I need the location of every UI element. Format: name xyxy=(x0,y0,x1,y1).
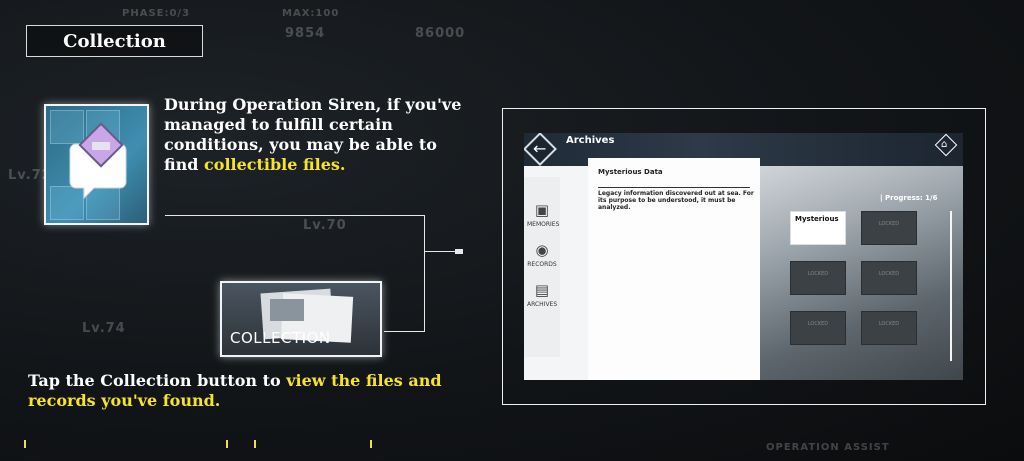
map-node-thumbnail xyxy=(44,104,149,225)
document-panel: Mysterious Data Legacy information disco… xyxy=(588,158,760,380)
ship-level-c: Lv.74 xyxy=(82,321,126,336)
connector-horizontal xyxy=(424,251,456,252)
archives-screenshot: Archives ← ⌂ ▣ MEMORIES ◉ RECORDS ▤ ARCH… xyxy=(524,133,963,380)
indicator-tick xyxy=(226,440,228,448)
file-card-locked[interactable]: LOCKED xyxy=(861,311,917,345)
max-text: MAX:100 xyxy=(282,8,340,19)
archives-icon: ▤ xyxy=(534,281,550,299)
connector-bottom xyxy=(384,331,425,332)
file-card[interactable]: Mysterious xyxy=(790,211,846,245)
archives-title: Archives xyxy=(566,135,615,146)
document-title: Mysterious Data xyxy=(598,168,663,176)
nav-archives[interactable]: ▤ ARCHIVES xyxy=(527,281,557,308)
file-card-locked[interactable]: LOCKED xyxy=(790,311,846,345)
phase-text: PHASE:0/3 xyxy=(122,8,191,19)
nav-memories[interactable]: ▣ MEMORIES xyxy=(527,201,559,228)
intro-highlight: collectible files. xyxy=(204,155,346,174)
scrollbar[interactable] xyxy=(950,211,952,361)
records-icon: ◉ xyxy=(535,241,549,259)
file-card-locked[interactable]: LOCKED xyxy=(861,211,917,245)
intro-paragraph: During Operation Siren, if you've manage… xyxy=(164,95,464,175)
indicator-tick xyxy=(254,440,256,448)
outro-paragraph: Tap the Collection button to view the fi… xyxy=(28,371,478,411)
connector-top xyxy=(165,215,424,216)
outro-text: Tap the Collection button to xyxy=(28,371,287,390)
home-icon: ⌂ xyxy=(941,139,948,150)
indicator-tick xyxy=(24,440,26,448)
resource-value-left: 9854 xyxy=(285,26,326,41)
camera-icon: ▣ xyxy=(534,201,550,219)
nav-records[interactable]: ◉ RECORDS xyxy=(527,241,557,268)
section-title-box: Collection xyxy=(26,25,203,57)
collection-button-label: COLLECTION xyxy=(230,329,331,347)
back-arrow-icon: ← xyxy=(533,139,547,158)
indicator-tick xyxy=(370,440,372,448)
collection-button[interactable]: COLLECTION xyxy=(220,281,382,357)
file-card-locked[interactable]: LOCKED xyxy=(790,261,846,295)
section-title: Collection xyxy=(63,30,166,52)
document-body: Legacy information discovered out at sea… xyxy=(598,190,754,211)
collectible-marker-icon xyxy=(69,122,127,200)
connector-end xyxy=(455,249,463,254)
file-card-locked[interactable]: LOCKED xyxy=(861,261,917,295)
footer-text: OPERATION ASSIST xyxy=(766,442,890,453)
archives-nav: ▣ MEMORIES ◉ RECORDS ▤ ARCHIVES xyxy=(524,177,560,357)
progress-text: | Progress: 1/6 xyxy=(880,194,938,202)
resource-value-right: 86000 xyxy=(415,26,466,41)
ship-level-b: Lv.70 xyxy=(303,218,347,233)
connector-vertical xyxy=(424,215,425,332)
